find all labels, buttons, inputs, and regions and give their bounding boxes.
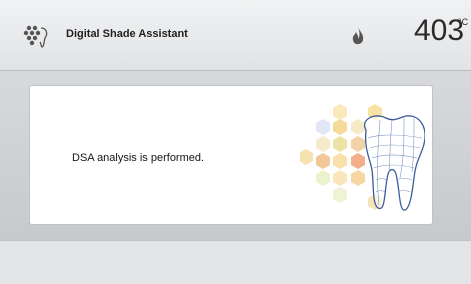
dsa-screen: Digital Shade Assistant 403 °C DSA analy… <box>0 0 471 284</box>
top-header-bar: Digital Shade Assistant 403 °C <box>0 0 471 71</box>
status-panel: DSA analysis is performed. <box>30 86 432 224</box>
dsa-dots-icon[interactable] <box>20 22 50 50</box>
bottom-bar <box>0 240 471 284</box>
tooth-shade-illustration <box>300 104 425 211</box>
temperature-value: 403 <box>414 14 465 47</box>
page-title: Digital Shade Assistant <box>66 28 188 40</box>
temperature-unit: °C <box>458 17 469 27</box>
flame-icon <box>352 27 364 45</box>
status-message: DSA analysis is performed. <box>72 152 205 164</box>
